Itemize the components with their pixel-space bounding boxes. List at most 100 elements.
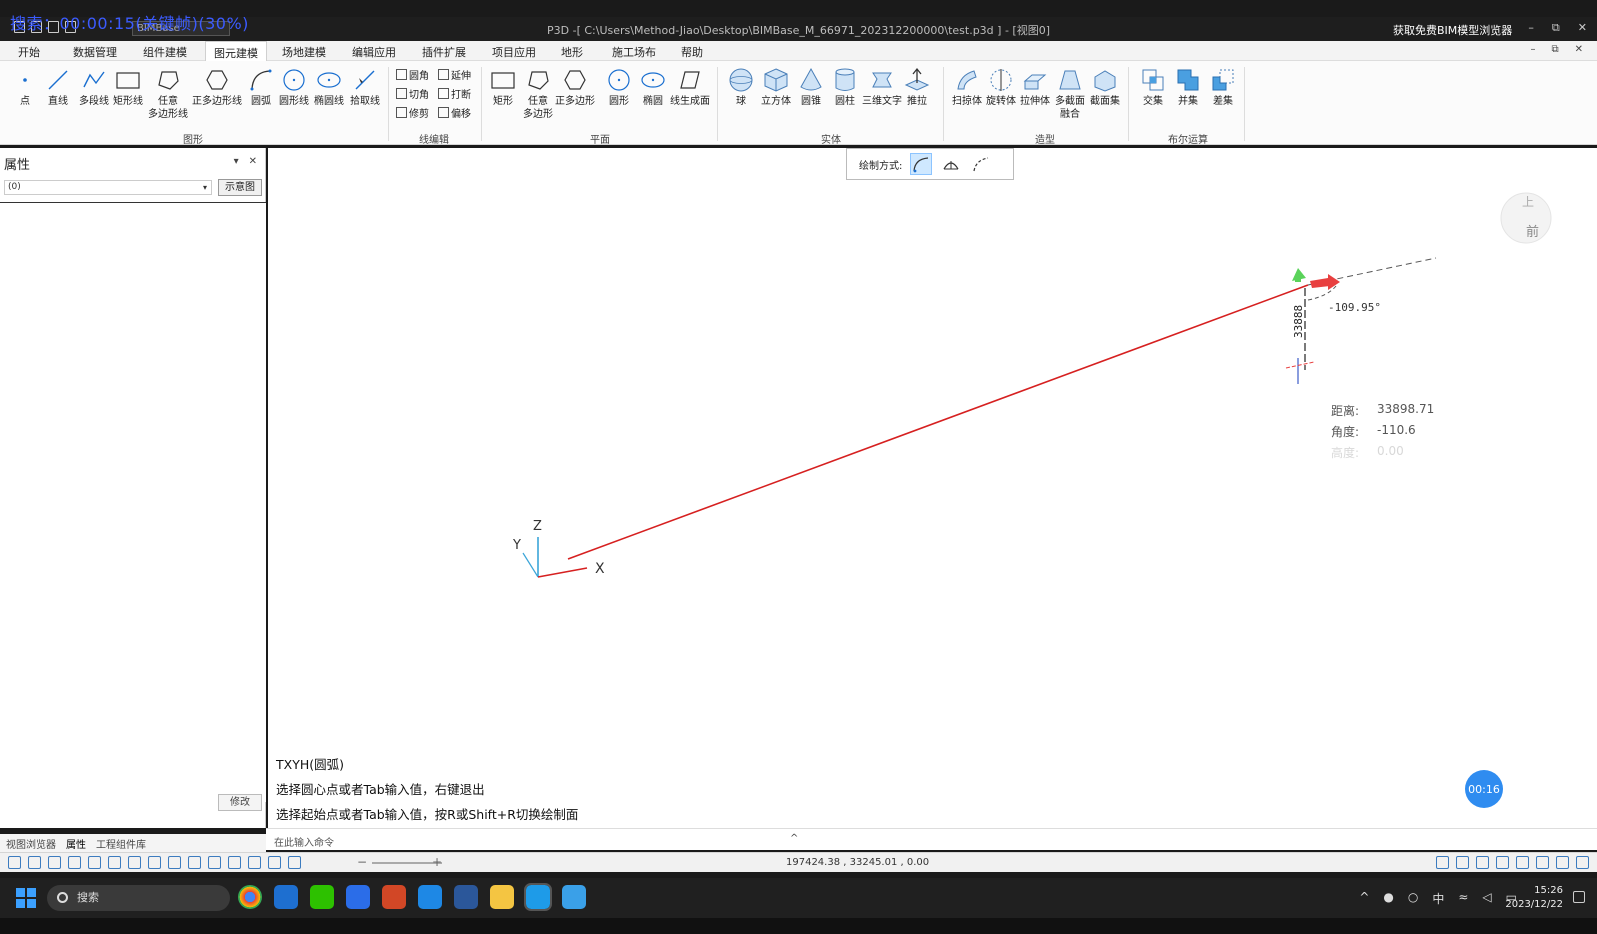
tool-offset[interactable]: 偏移 <box>438 105 471 120</box>
tool-line[interactable]: 直线 <box>45 67 71 108</box>
tool-rectangle-line[interactable]: 矩形线 <box>113 67 143 108</box>
tool-cylinder[interactable]: 圆柱 <box>832 67 858 108</box>
filter-icon[interactable] <box>268 856 281 869</box>
search-tray-icon[interactable]: ○ <box>1408 890 1418 907</box>
notes-app-icon[interactable] <box>562 885 586 909</box>
windows-start-icon[interactable] <box>16 888 36 908</box>
shaded-icon[interactable] <box>188 856 201 869</box>
tool-cube[interactable]: 立方体 <box>761 67 791 108</box>
recording-timer-badge[interactable]: 00:16 <box>1465 770 1503 808</box>
tool-break[interactable]: 打断 <box>438 86 471 101</box>
taskbar-clock[interactable]: 15:26 2023/12/22 <box>1505 884 1563 912</box>
tracking-icon[interactable] <box>1556 856 1569 869</box>
tool-difference[interactable]: 差集 <box>1210 67 1236 108</box>
mdi-minimize-button[interactable]: – <box>1530 44 1535 55</box>
panel-close-icon[interactable]: ✕ <box>249 156 257 167</box>
tool-ellipse-line[interactable]: 椭圆线 <box>314 67 344 108</box>
powerpoint-app-icon[interactable] <box>382 885 406 909</box>
tab-edit-apps[interactable]: 编辑应用 <box>352 44 396 60</box>
word-app-icon[interactable] <box>454 885 478 909</box>
tool-chamfer[interactable]: 切角 <box>396 86 429 101</box>
search-app-icon[interactable] <box>274 885 298 909</box>
tool-extend[interactable]: 延伸 <box>438 67 471 82</box>
new-view-icon[interactable] <box>8 856 21 869</box>
grid-icon[interactable] <box>1536 856 1549 869</box>
wifi-icon[interactable]: ≈ <box>1458 890 1468 907</box>
tool-plane-rectangle[interactable]: 矩形 <box>490 67 516 108</box>
vscode-app-icon[interactable] <box>418 885 442 909</box>
cube-view-icon[interactable] <box>148 856 161 869</box>
tab-terrain[interactable]: 地形 <box>561 44 583 60</box>
tab-construction-layout[interactable]: 施工场布 <box>612 44 656 60</box>
tool-push-pull[interactable]: 推拉 <box>904 67 930 108</box>
render-icon[interactable] <box>208 856 221 869</box>
tool-pick-line[interactable]: 拾取线 <box>350 67 380 108</box>
panel-dropdown-icon[interactable]: ▾ <box>234 156 239 167</box>
tool-sweep[interactable]: 扫掠体 <box>952 67 982 108</box>
view-cube[interactable]: 上 前 <box>1500 192 1552 244</box>
pan-hand-icon[interactable] <box>88 856 101 869</box>
tool-revolve[interactable]: 旋转体 <box>986 67 1016 108</box>
tab-component-modeling[interactable]: 组件建模 <box>143 44 187 60</box>
tab-component-library[interactable]: 工程组件库 <box>96 836 146 851</box>
tool-multi-section-loft[interactable]: 多截面 融合 <box>1055 67 1085 121</box>
zoom-icon[interactable] <box>128 856 141 869</box>
tool-polyline[interactable]: 多段线 <box>79 67 109 108</box>
minimize-button[interactable]: – <box>1528 21 1534 35</box>
tool-line-to-surface[interactable]: 线生成面 <box>670 67 710 108</box>
mdi-restore-button[interactable]: ⧉ <box>1551 44 1558 55</box>
taskbar-search[interactable]: 搜索 <box>47 885 230 911</box>
tool-plane-free-polygon[interactable]: 任意 多边形 <box>523 67 553 121</box>
restore-button[interactable]: ⧉ <box>1552 21 1560 35</box>
tool-fillet[interactable]: 圆角 <box>396 67 429 82</box>
tab-view-browser[interactable]: 视图浏览器 <box>6 836 56 851</box>
tab-site-modeling[interactable]: 场地建模 <box>282 44 326 60</box>
tab-help[interactable]: 帮助 <box>681 44 703 60</box>
chrome-app-icon[interactable] <box>238 885 262 909</box>
tool-plane-regular-polygon[interactable]: 正多边形 <box>555 67 595 108</box>
command-input[interactable]: 在此输入命令 <box>274 834 334 849</box>
tool-sphere[interactable]: 球 <box>728 67 754 108</box>
tab-start[interactable]: 开始 <box>18 44 40 60</box>
modify-button[interactable]: 修改 <box>218 794 262 811</box>
command-history-toggle[interactable]: ^ <box>790 833 798 844</box>
tray-expand-icon[interactable]: ^ <box>1359 890 1369 907</box>
settings-icon[interactable] <box>1576 856 1589 869</box>
collapse-icon[interactable] <box>288 856 301 869</box>
file-explorer-icon[interactable] <box>490 885 514 909</box>
window-icon[interactable] <box>48 856 61 869</box>
frame-icon[interactable] <box>28 856 41 869</box>
tray-app-icon[interactable] <box>346 885 370 909</box>
drawing-viewport[interactable]: 绘制方式: 上 前 -109.95° 33888 Z Y X 距离: 33898… <box>268 148 1597 828</box>
zoom-in-button[interactable]: + <box>432 855 442 869</box>
tool-plane-ellipse[interactable]: 椭圆 <box>640 67 666 108</box>
tool-regular-polygon-line[interactable]: 正多边形线 <box>192 67 242 108</box>
tool-intersection[interactable]: 交集 <box>1140 67 1166 108</box>
bimbase-app-icon[interactable] <box>524 883 552 911</box>
properties-object-combo[interactable]: (0) ▾ <box>4 180 212 195</box>
view-box-icon[interactable] <box>1456 856 1469 869</box>
wireframe-icon[interactable] <box>168 856 181 869</box>
tool-circle-line[interactable]: 圆形线 <box>279 67 309 108</box>
tab-properties[interactable]: 属性 <box>66 836 86 851</box>
wechat-tray-icon[interactable]: ● <box>1383 890 1393 907</box>
notification-icon[interactable] <box>1573 891 1585 903</box>
tab-project-apps[interactable]: 项目应用 <box>492 44 536 60</box>
zoom-extents-icon[interactable] <box>68 856 81 869</box>
layer-icon[interactable] <box>248 856 261 869</box>
volume-icon[interactable]: ◁ <box>1482 890 1491 907</box>
object-snap-icon[interactable] <box>1476 856 1489 869</box>
tool-3d-text[interactable]: 三维文字 <box>862 67 902 108</box>
ortho-icon[interactable] <box>1496 856 1509 869</box>
mdi-close-button[interactable]: ✕ <box>1575 44 1583 55</box>
tool-plane-circle[interactable]: 圆形 <box>606 67 632 108</box>
close-button[interactable]: ✕ <box>1578 21 1587 35</box>
snap-icon[interactable] <box>1436 856 1449 869</box>
tool-extrude[interactable]: 拉伸体 <box>1020 67 1050 108</box>
tool-point[interactable]: 点 <box>12 67 38 108</box>
tab-primitive-modeling[interactable]: 图元建模 <box>205 41 267 62</box>
tool-cone[interactable]: 圆锥 <box>798 67 824 108</box>
input-language[interactable]: 中 <box>1432 890 1444 907</box>
section-icon[interactable] <box>228 856 241 869</box>
tool-arc[interactable]: 圆弧 <box>248 67 274 108</box>
